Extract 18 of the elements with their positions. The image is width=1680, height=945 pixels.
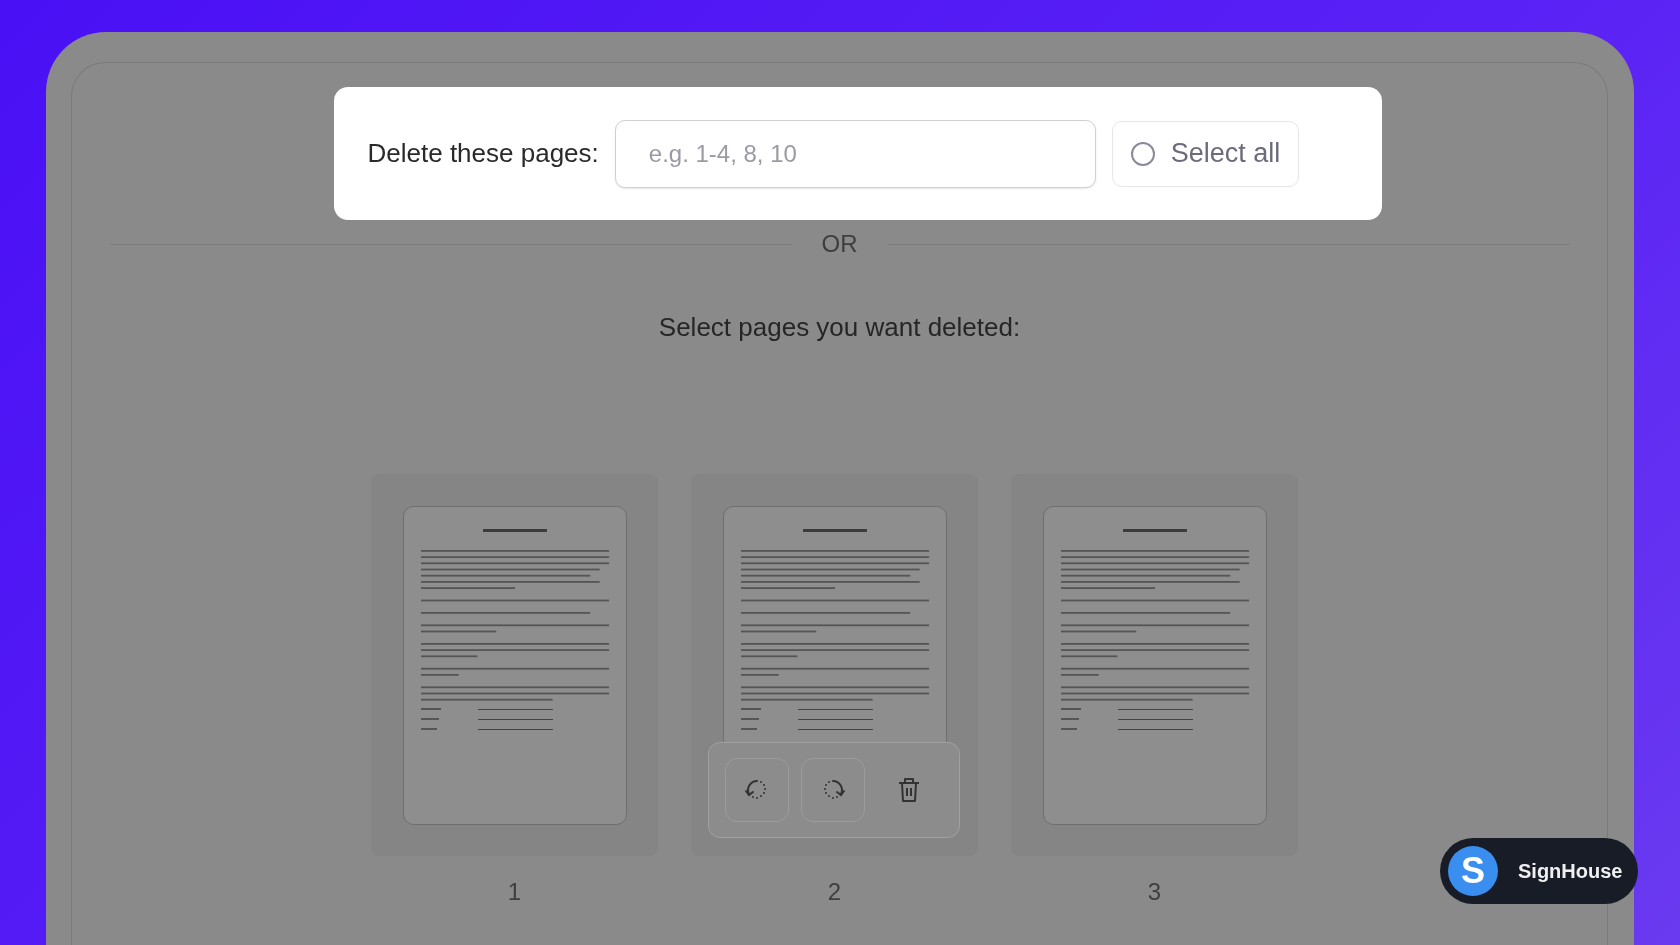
trash-icon (896, 776, 922, 804)
page-number: 2 (827, 878, 842, 906)
delete-pages-label: Delete these pages: (367, 138, 599, 169)
page-number: 1 (507, 878, 522, 906)
radio-icon[interactable] (1130, 141, 1155, 166)
brand-badge[interactable]: S SignHouse (1440, 838, 1638, 904)
select-all-button[interactable]: Select all (1111, 120, 1299, 187)
or-divider-text: OR (821, 230, 858, 258)
rotate-right-button[interactable] (801, 758, 865, 822)
page-thumbnail-card[interactable] (371, 474, 658, 856)
brand-name: SignHouse (1518, 859, 1623, 883)
logo-icon: S (1448, 846, 1498, 896)
page-range-input[interactable]: e.g. 1-4, 8, 10 (614, 119, 1096, 188)
instruction-text: Select pages you want deleted: (658, 312, 1021, 343)
page-number: 3 (1147, 878, 1162, 906)
page-thumbnail-card[interactable] (1011, 474, 1298, 856)
page-thumbnail-card[interactable] (691, 474, 978, 856)
rotate-left-button[interactable] (725, 758, 789, 822)
